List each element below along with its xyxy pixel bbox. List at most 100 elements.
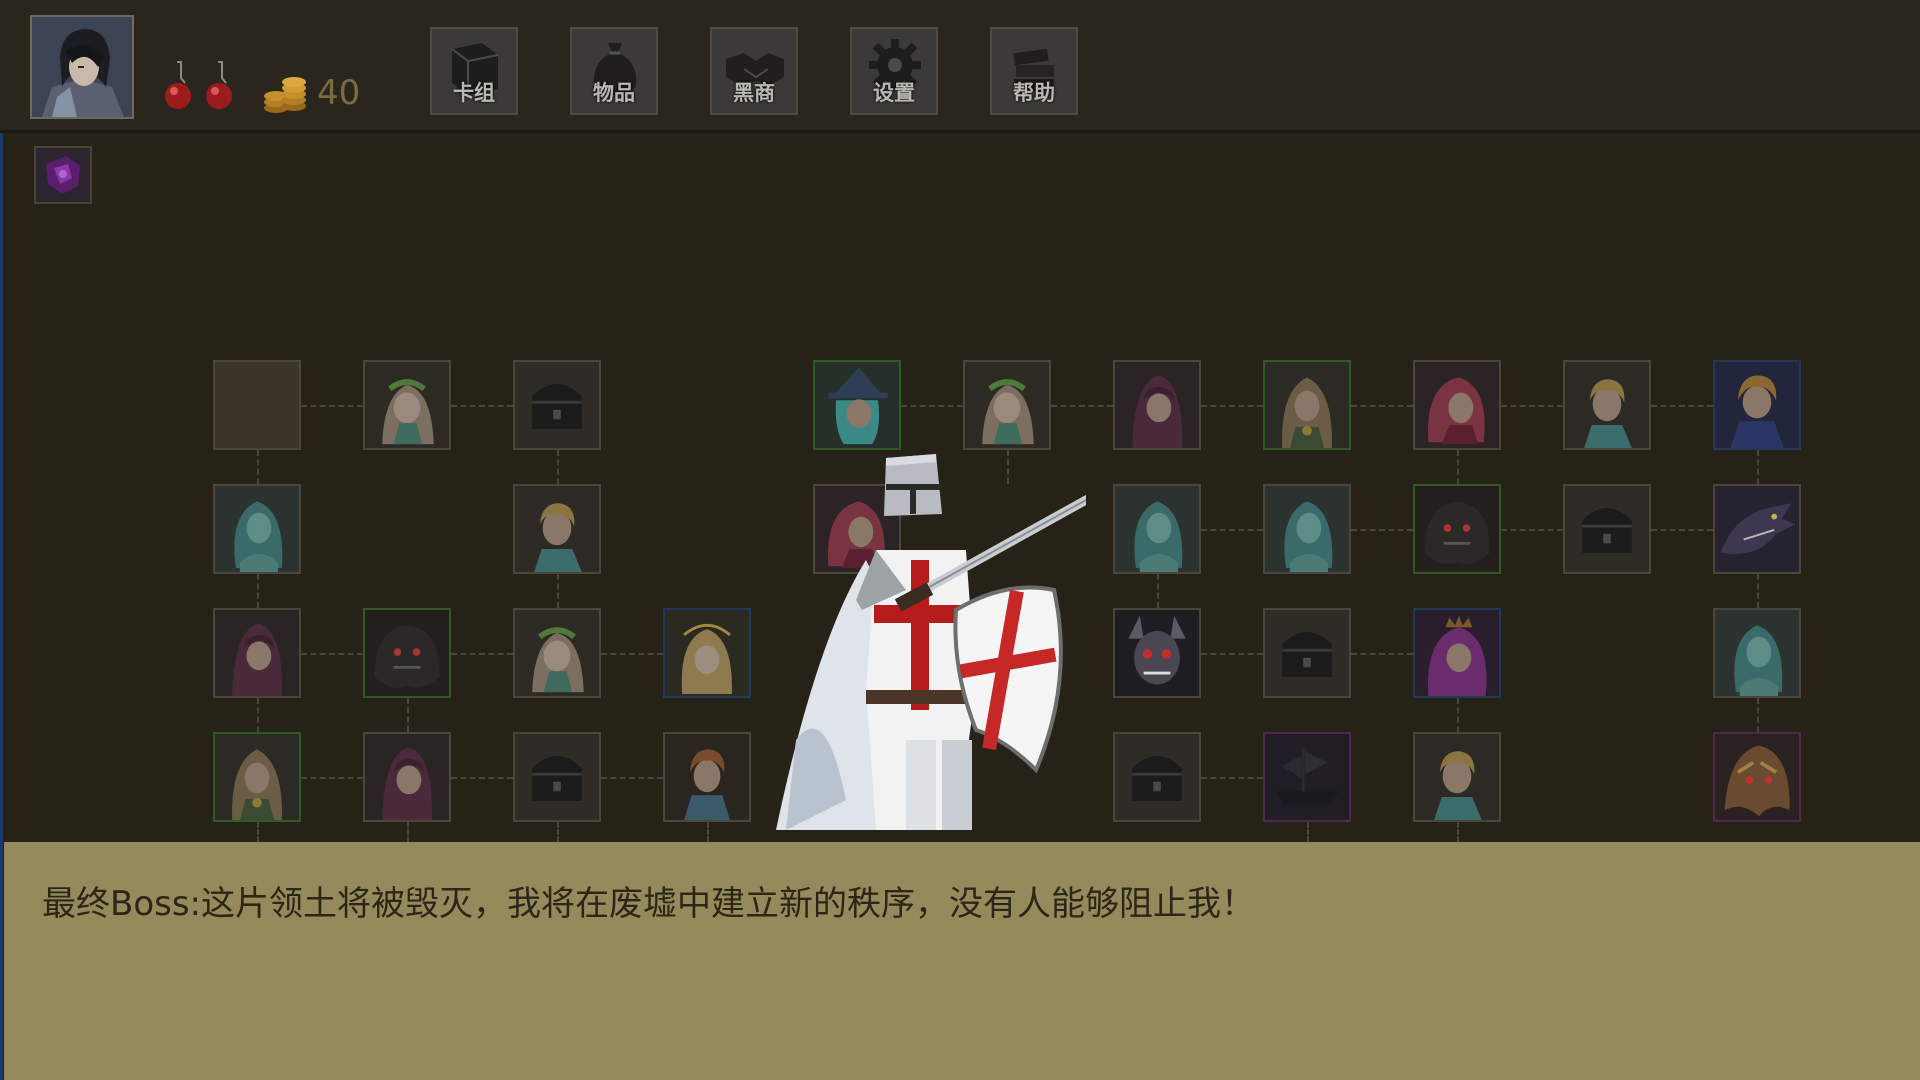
red-potion-icon: [162, 58, 196, 112]
node-red-hair-boy[interactable]: [663, 732, 751, 822]
map-path-link: [1307, 822, 1309, 842]
node-elf-girl[interactable]: [513, 608, 601, 698]
node-blond-boy[interactable]: [513, 484, 601, 574]
node-elf-girl[interactable]: [963, 360, 1051, 450]
priestess-icon: [215, 734, 299, 820]
map-path-link: [1157, 574, 1159, 608]
hero-boy-icon: [1715, 362, 1799, 448]
hooded-figure-icon: [1115, 362, 1199, 448]
elf-girl-icon: [365, 362, 449, 448]
node-dark-beast[interactable]: [1413, 484, 1501, 574]
blond-boy-icon: [1415, 734, 1499, 820]
map-path-link: [1201, 777, 1263, 779]
map-path-link: [451, 777, 513, 779]
map-path-link: [1201, 405, 1263, 407]
black-market-button-label: 黑商: [733, 81, 775, 105]
node-hooded-figure[interactable]: [1113, 360, 1201, 450]
node-hooded-figure[interactable]: [363, 732, 451, 822]
node-hooded-figure[interactable]: [213, 608, 301, 698]
node-ghost-maiden[interactable]: [1113, 484, 1201, 574]
beast-boss-icon: [1715, 734, 1799, 820]
map-path-link: [301, 653, 363, 655]
player-portrait-icon[interactable]: [30, 15, 134, 119]
items-button[interactable]: 物品: [570, 27, 658, 115]
settings-button[interactable]: 设置: [850, 27, 938, 115]
black-market-button[interactable]: 黑商: [710, 27, 798, 115]
priestess-icon: [1265, 362, 1349, 448]
map-path-link: [1051, 405, 1113, 407]
map-path-link: [707, 822, 709, 842]
node-chest[interactable]: [513, 360, 601, 450]
map-path-link: [451, 405, 513, 407]
map-path-link: [901, 405, 963, 407]
demon-icon: [1115, 610, 1199, 696]
node-priestess[interactable]: [1263, 360, 1351, 450]
help-button-label: 帮助: [1013, 81, 1055, 105]
boss-dialog-text: 最终Boss:这片领土将被毁灭，我将在废墟中建立新的秩序，没有人能够阻止我！: [42, 884, 1256, 924]
map-path-link: [1757, 574, 1759, 608]
node-dragon[interactable]: [1713, 484, 1801, 574]
chest-icon: [1115, 734, 1199, 820]
ghost-maiden-icon: [215, 486, 299, 572]
blond-boy-icon: [515, 486, 599, 572]
node-priestess[interactable]: [213, 732, 301, 822]
map-path-link: [1651, 405, 1713, 407]
node-blond-boy[interactable]: [1413, 732, 1501, 822]
dark-beast-icon: [365, 610, 449, 696]
map-path-link: [1757, 698, 1759, 732]
witch-icon: [815, 362, 899, 448]
map-path-link: [557, 450, 559, 484]
help-button[interactable]: 帮助: [990, 27, 1078, 115]
purple-relic-icon[interactable]: [34, 146, 92, 204]
node-blond-boy[interactable]: [1563, 360, 1651, 450]
chest-icon: [515, 362, 599, 448]
map-path-link: [407, 698, 409, 732]
node-ghost-maiden[interactable]: [1263, 484, 1351, 574]
node-witch[interactable]: [813, 360, 901, 450]
map-path-link: [601, 777, 663, 779]
node-beast-boss[interactable]: [1713, 732, 1801, 822]
top-bar: 40 卡组 物品 黑商 设置 帮助: [0, 0, 1920, 133]
map-path-link: [1757, 450, 1759, 484]
map-path-link: [1351, 653, 1413, 655]
red-hair-boy-icon: [665, 734, 749, 820]
node-demon[interactable]: [1113, 608, 1201, 698]
map-path-link: [301, 405, 363, 407]
node-ghost-maiden[interactable]: [1713, 608, 1801, 698]
gold-coins-icon: [262, 70, 310, 116]
node-hero-boy[interactable]: [1713, 360, 1801, 450]
node-chest[interactable]: [1563, 484, 1651, 574]
node-empty[interactable]: [213, 360, 301, 450]
game-screen: 40 卡组 物品 黑商 设置 帮助 最终Boss:这片领土将被毁灭，我将在废墟中…: [0, 0, 1920, 1080]
angel-icon: [665, 610, 749, 696]
node-queen[interactable]: [1413, 608, 1501, 698]
map-path-link: [1457, 822, 1459, 842]
node-ghost-ship[interactable]: [1263, 732, 1351, 822]
deck-button[interactable]: 卡组: [430, 27, 518, 115]
gold-count: 40: [317, 73, 361, 113]
node-angel[interactable]: [663, 608, 751, 698]
node-elf-girl[interactable]: [363, 360, 451, 450]
dark-beast-icon: [1415, 486, 1499, 572]
map-path-link: [1501, 529, 1563, 531]
hooded-figure-icon: [365, 734, 449, 820]
chest-icon: [515, 734, 599, 820]
node-chest[interactable]: [1113, 732, 1201, 822]
red-potion-icon: [203, 58, 237, 112]
node-chest[interactable]: [1263, 608, 1351, 698]
elf-girl-icon: [515, 610, 599, 696]
dialog-box[interactable]: 最终Boss:这片领土将被毁灭，我将在废墟中建立新的秩序，没有人能够阻止我！: [4, 842, 1920, 1080]
node-dark-beast[interactable]: [363, 608, 451, 698]
ghost-maiden-icon: [1715, 610, 1799, 696]
items-button-label: 物品: [593, 81, 635, 105]
map-path-link: [1501, 405, 1563, 407]
map-path-link: [1351, 405, 1413, 407]
node-chest[interactable]: [513, 732, 601, 822]
map-path-link: [257, 450, 259, 484]
node-ghost-maiden[interactable]: [213, 484, 301, 574]
hooded-figure-icon: [215, 610, 299, 696]
node-pink-hair-girl[interactable]: [1413, 360, 1501, 450]
map-path-link: [557, 822, 559, 842]
map-path-link: [257, 698, 259, 732]
map-path-link: [557, 574, 559, 608]
